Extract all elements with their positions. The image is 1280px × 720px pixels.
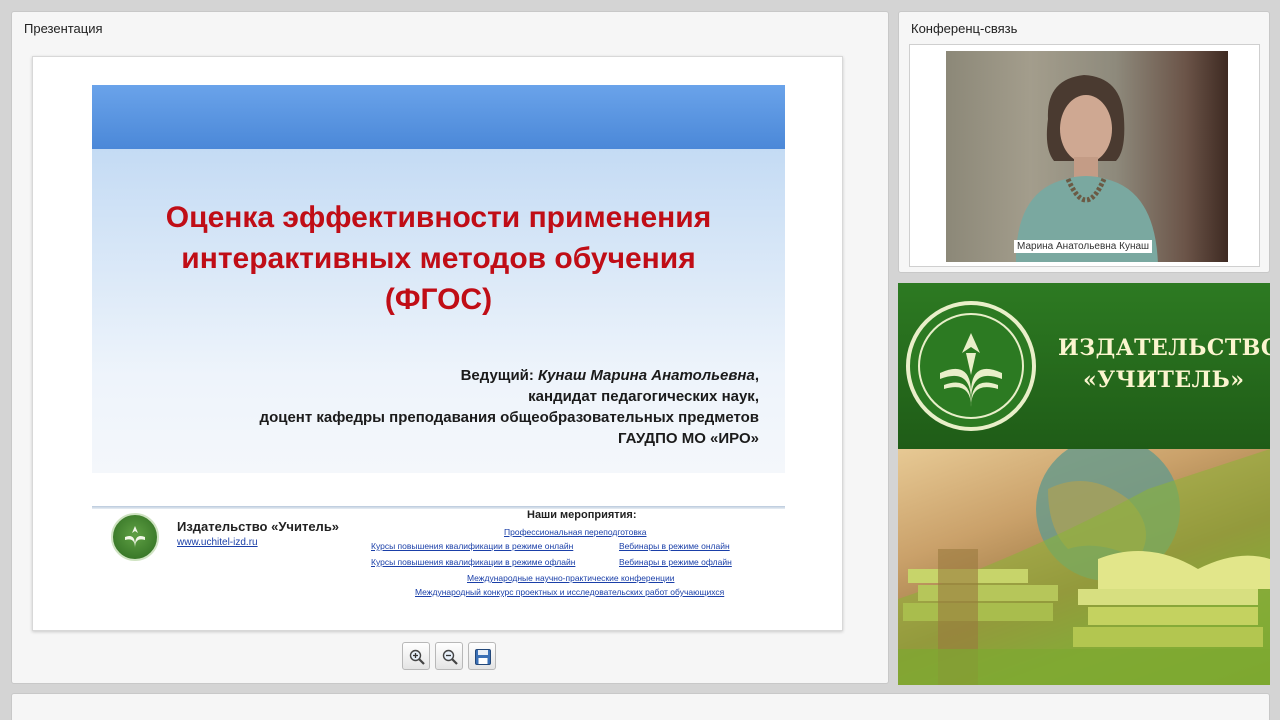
conference-panel-title: Конференц-связь bbox=[911, 21, 1018, 36]
presenter-name: Кунаш Марина Анатольевна bbox=[538, 367, 755, 384]
save-icon bbox=[475, 649, 491, 665]
event-link-courses-offline[interactable]: Курсы повышения квалификации в режиме оф… bbox=[371, 557, 575, 567]
slide-title-line: интерактивных методов обучения bbox=[181, 242, 696, 275]
banner-title-line2: «УЧИТЕЛЬ» bbox=[1083, 367, 1245, 393]
event-link-courses-online[interactable]: Курсы повышения квалификации в режиме он… bbox=[371, 541, 573, 551]
participant-name-label: Марина Анатольевна Кунаш bbox=[1014, 240, 1153, 253]
slide-title: Оценка эффективности применения интеракт… bbox=[92, 197, 785, 320]
publisher-name: Издательство «Учитель» bbox=[177, 519, 340, 534]
participant-video[interactable]: Марина Анатольевна Кунаш bbox=[946, 51, 1228, 262]
zoom-in-icon bbox=[409, 649, 425, 665]
presenter-line: Ведущий: Кунаш Марина Анатольевна, bbox=[461, 367, 759, 384]
zoom-out-button[interactable] bbox=[435, 642, 463, 670]
event-link-retraining[interactable]: Профессиональная переподготовка bbox=[504, 527, 646, 537]
presenter-label: Ведущий: bbox=[460, 367, 539, 384]
presentation-slide: Оценка эффективности применения интеракт… bbox=[32, 56, 843, 631]
publisher-banner: ИЗДАТЕЛЬСТВО «УЧИТЕЛЬ» bbox=[898, 283, 1270, 685]
banner-logo-icon bbox=[906, 301, 1036, 431]
event-link-webinars-online[interactable]: Вебинары в режиме онлайн bbox=[619, 541, 730, 551]
zoom-in-button[interactable] bbox=[402, 642, 430, 670]
slide-body: Оценка эффективности применения интеракт… bbox=[92, 149, 785, 473]
event-link-webinars-offline[interactable]: Вебинары в режиме офлайн bbox=[619, 557, 732, 567]
slide-title-line: (ФГОС) bbox=[384, 283, 493, 316]
banner-title-line1: ИЗДАТЕЛЬСТВО bbox=[1058, 335, 1270, 361]
slide-title-line: Оценка эффективности применения bbox=[165, 201, 712, 234]
presenter-degree: кандидат педагогических наук, bbox=[528, 388, 759, 405]
banner-books-image bbox=[898, 449, 1270, 685]
presentation-panel-title: Презентация bbox=[24, 21, 103, 36]
events-title: Наши мероприятия: bbox=[527, 509, 637, 521]
publisher-logo-icon bbox=[111, 513, 159, 561]
conference-panel: Конференц-связь Марина Анатольевна Кунаш bbox=[898, 11, 1270, 273]
slide-footer-divider bbox=[92, 506, 785, 509]
slide-header-bar bbox=[92, 85, 785, 149]
publisher-url-link[interactable]: www.uchitel-izd.ru bbox=[177, 537, 258, 548]
participant-video-image bbox=[1016, 75, 1158, 262]
presentation-panel: Презентация Оценка эффективности примене… bbox=[11, 11, 889, 684]
zoom-out-icon bbox=[442, 649, 458, 665]
banner-header: ИЗДАТЕЛЬСТВО «УЧИТЕЛЬ» bbox=[898, 283, 1270, 449]
presenter-position: доцент кафедры преподавания общеобразова… bbox=[259, 409, 759, 426]
presenter-org: ГАУДПО МО «ИРО» bbox=[618, 430, 759, 447]
event-link-contest[interactable]: Международный конкурс проектных и исслед… bbox=[415, 587, 724, 597]
bottom-panel bbox=[11, 693, 1270, 720]
presenter-name-suffix: , bbox=[754, 367, 759, 384]
event-link-conferences[interactable]: Международные научно-практические конфер… bbox=[467, 573, 674, 583]
video-frame: Марина Анатольевна Кунаш bbox=[909, 44, 1260, 267]
save-button[interactable] bbox=[468, 642, 496, 670]
